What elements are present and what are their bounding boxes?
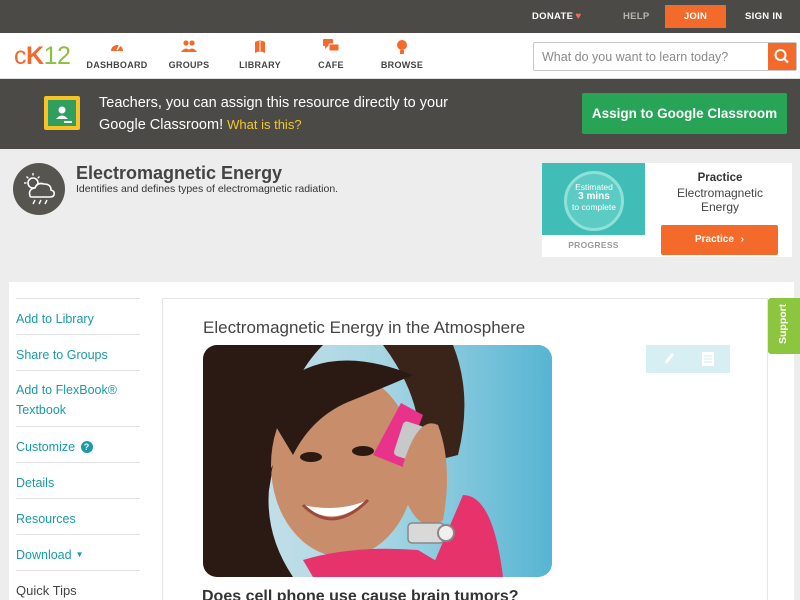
concept-description: Identifies and defines types of electrom…: [76, 183, 339, 195]
what-is-this-link[interactable]: What is this?: [227, 117, 301, 132]
article-tools: [646, 345, 730, 373]
chevron-right-icon: ›: [740, 234, 745, 245]
sidebar-item-add-to-library[interactable]: Add to Library: [16, 298, 140, 329]
google-classroom-icon: [44, 96, 80, 130]
join-button[interactable]: JOIN: [665, 5, 726, 28]
caret-down-icon: ▼: [75, 550, 84, 559]
help-link[interactable]: HELP: [623, 0, 650, 33]
practice-button[interactable]: Practice ›: [661, 225, 778, 255]
donate-link[interactable]: DONATE ♥: [532, 0, 581, 33]
sidebar-item-details[interactable]: Details: [16, 462, 140, 493]
nav-groups[interactable]: GROUPS: [154, 39, 224, 70]
article-hero-image: [203, 345, 552, 577]
practice-label: Practice: [697, 172, 743, 184]
nav-cafe[interactable]: CAFE: [296, 39, 366, 70]
article-title: Electromagnetic Energy in the Atmosphere: [203, 318, 526, 337]
estimated-time: Estimated 3 mins to complete: [572, 182, 616, 212]
pencil-icon[interactable]: [662, 351, 676, 367]
support-tab[interactable]: Support: [768, 298, 800, 354]
help-icon[interactable]: ?: [80, 441, 93, 453]
cafe-icon: [296, 39, 366, 55]
practice-thumbnail: Estimated 3 mins to complete: [542, 163, 645, 235]
browse-icon: [367, 39, 437, 55]
search-input[interactable]: [534, 43, 768, 70]
google-classroom-banner: Teachers, you can assign this resource d…: [0, 79, 800, 149]
concept-title: Electromagnetic Energy: [76, 163, 283, 183]
top-utility-bar: DONATE ♥ HELP JOIN SIGN IN: [0, 0, 800, 33]
ck12-logo[interactable]: cK12: [14, 42, 71, 70]
sidebar-item-share-to-groups[interactable]: Share to Groups: [16, 334, 140, 365]
practice-card: Estimated 3 mins to complete PROGRESS Pr…: [542, 163, 792, 257]
library-icon: [225, 39, 295, 55]
progress-label: PROGRESS: [568, 240, 619, 250]
sidebar-item-customize[interactable]: Customize ?: [16, 426, 140, 457]
sidebar-item-download[interactable]: Download ▼: [16, 534, 140, 565]
practice-name: Electromagnetic Energy: [676, 186, 764, 214]
notes-icon[interactable]: [701, 351, 715, 367]
classroom-banner-text: Teachers, you can assign this resource d…: [99, 95, 448, 133]
search-button[interactable]: [768, 43, 796, 70]
search-box: [533, 42, 797, 71]
quick-tips-heading: Quick Tips: [16, 570, 140, 600]
weather-cloud-icon: [13, 163, 65, 215]
article-question: Does cell phone use cause brain tumors?: [202, 588, 519, 600]
nav-dashboard[interactable]: DASHBOARD: [82, 39, 152, 70]
dashboard-icon: [82, 39, 152, 55]
assign-to-google-classroom-button[interactable]: Assign to Google Classroom: [582, 93, 787, 134]
sign-in-link[interactable]: SIGN IN: [745, 0, 782, 33]
groups-icon: [154, 39, 224, 55]
sidebar-item-add-to-flexbook[interactable]: Add to FlexBook® Textbook: [16, 370, 140, 420]
nav-library[interactable]: LIBRARY: [225, 39, 295, 70]
main-navbar: cK12 DASHBOARD GROUPS LIBRARY CAFE BROWS…: [0, 33, 800, 79]
heart-icon: ♥: [575, 11, 582, 22]
sidebar-item-resources[interactable]: Resources: [16, 498, 140, 529]
nav-browse[interactable]: BROWSE: [367, 39, 437, 70]
search-icon: [774, 49, 789, 64]
